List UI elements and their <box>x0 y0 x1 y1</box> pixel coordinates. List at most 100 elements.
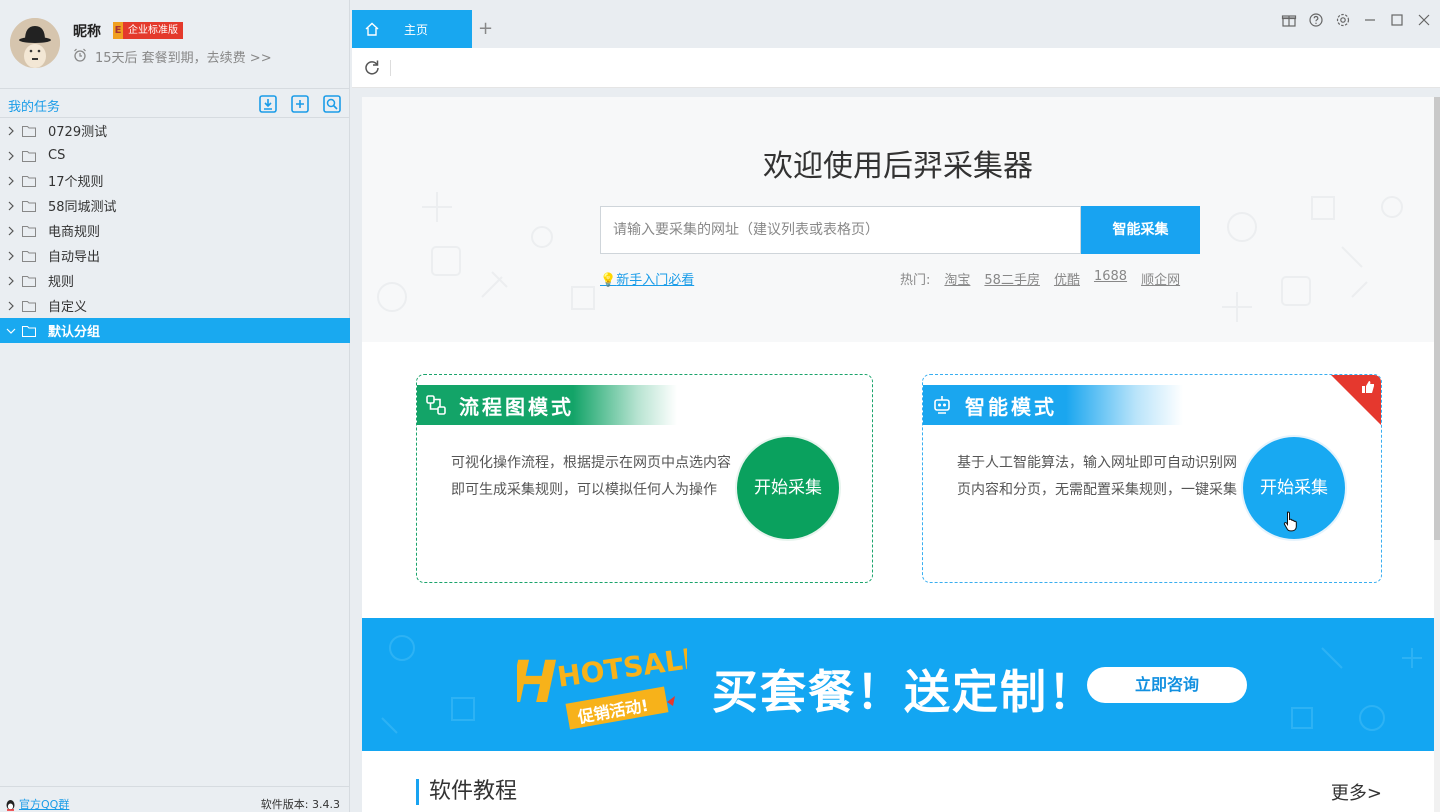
tab-bar: 主页 + <box>352 0 1440 48</box>
hot-link[interactable]: 1688 <box>1094 269 1127 288</box>
address-separator <box>390 60 391 76</box>
avatar[interactable] <box>10 18 60 68</box>
lightbulb-icon: 💡 <box>600 273 617 288</box>
flowchart-mode-title: 流程图模式 <box>459 394 574 419</box>
hot-label: 热门: <box>900 273 931 288</box>
folder-icon <box>22 125 36 137</box>
my-tasks-title: 我的任务 <box>8 100 61 115</box>
minimize-icon[interactable] <box>1362 12 1378 28</box>
hand-cursor-icon <box>1283 511 1297 532</box>
qq-group-link[interactable]: 官方QQ群 <box>4 796 69 812</box>
content-scrollbar-thumb[interactable] <box>1434 97 1440 540</box>
chevron-right-icon[interactable] <box>6 226 16 236</box>
qq-penguin-icon <box>6 799 15 811</box>
import-task-icon[interactable] <box>258 94 278 114</box>
chevron-right-icon[interactable] <box>6 276 16 286</box>
welcome-hero: 欢迎使用后羿采集器 请输入要采集的网址（建议列表或表格页） 智能采集 💡新手入门… <box>362 97 1434 342</box>
refresh-icon[interactable] <box>362 58 382 78</box>
folder-icon <box>22 325 36 337</box>
tree-group[interactable]: CS <box>0 143 350 168</box>
consult-button[interactable]: 立即咨询 <box>1087 667 1247 703</box>
smart-collect-button[interactable]: 智能采集 <box>1081 206 1200 254</box>
tree-group-label: 规则 <box>48 275 75 290</box>
tree-group-selected[interactable]: 默认分组 <box>0 318 350 343</box>
sidebar-footer: 官方QQ群 软件版本: 3.4.3 <box>0 786 350 812</box>
tree-group[interactable]: 自动导出 <box>0 243 350 268</box>
gear-icon[interactable] <box>1335 12 1351 28</box>
edition-badge: E 企业标准版 <box>113 22 183 39</box>
hot-link[interactable]: 58二手房 <box>984 269 1040 288</box>
expire-link[interactable]: 15天后 套餐到期，去续费 >> <box>73 47 272 66</box>
folder-icon <box>22 250 36 262</box>
tree-group-label: 自动导出 <box>48 250 101 265</box>
help-icon[interactable] <box>1308 12 1324 28</box>
nickname: 昵称 <box>73 24 101 40</box>
svg-text:H: H <box>517 649 564 716</box>
flowchart-icon <box>426 395 446 415</box>
tree-group-label: 17个规则 <box>48 175 104 190</box>
sidebar: 昵称 E 企业标准版 15天后 套餐到期，去续费 >> 我的任务 0729测试 … <box>0 0 350 812</box>
flowchart-mode-card: 流程图模式 可视化操作流程，根据提示在网页中点选内容即可生成采集规则，可以模拟任… <box>416 374 873 583</box>
tree-group-label: CS <box>48 148 66 163</box>
close-icon[interactable] <box>1416 12 1432 28</box>
smart-mode-card: 智能模式 基于人工智能算法，输入网址即可自动识别网页内容和分页，无需配置采集规则… <box>922 374 1382 583</box>
tree-group[interactable]: 17个规则 <box>0 168 350 193</box>
url-input[interactable]: 请输入要采集的网址（建议列表或表格页） <box>600 206 1081 254</box>
edition-badge-e: E <box>113 22 123 39</box>
flowchart-start-button[interactable]: 开始采集 <box>737 437 839 539</box>
search-task-icon[interactable] <box>322 94 342 114</box>
hot-link[interactable]: 优酷 <box>1054 269 1080 288</box>
welcome-title: 欢迎使用后羿采集器 <box>763 149 1033 184</box>
new-task-icon[interactable] <box>290 94 310 114</box>
task-tree: 0729测试 CS 17个规则 58同城测试 电商规则 自动导出 规则 自定义 … <box>0 118 350 343</box>
maximize-icon[interactable] <box>1389 12 1405 28</box>
tree-group[interactable]: 0729测试 <box>0 118 350 143</box>
banner-slogan: 买套餐！送定制！ <box>712 665 1096 719</box>
hot-link[interactable]: 淘宝 <box>944 269 970 288</box>
folder-icon <box>22 200 36 212</box>
tree-group-label: 电商规则 <box>48 225 101 240</box>
hotsale-logo: H HOTSALE 促销活动! <box>517 641 687 730</box>
tree-group-label: 自定义 <box>48 300 88 315</box>
profile-panel: 昵称 E 企业标准版 15天后 套餐到期，去续费 >> <box>0 0 349 88</box>
hot-link[interactable]: 顺企网 <box>1141 269 1180 288</box>
chevron-right-icon[interactable] <box>6 176 16 186</box>
add-tab-button[interactable]: + <box>478 18 493 39</box>
tutorial-section-title: 软件教程 <box>416 779 517 805</box>
chevron-right-icon[interactable] <box>6 151 16 161</box>
address-bar <box>352 48 1440 88</box>
chevron-down-icon[interactable] <box>6 326 16 336</box>
folder-icon <box>22 150 36 162</box>
folder-icon <box>22 225 36 237</box>
home-icon <box>365 22 379 36</box>
smart-mode-header: 智能模式 <box>923 385 1183 425</box>
tree-group-label: 0729测试 <box>48 125 108 140</box>
hot-sites: 热门: 淘宝 58二手房 优酷 1688 顺企网 <box>900 269 1180 288</box>
chevron-right-icon[interactable] <box>6 251 16 261</box>
tree-group-label: 58同城测试 <box>48 200 117 215</box>
home-page: 欢迎使用后羿采集器 请输入要采集的网址（建议列表或表格页） 智能采集 💡新手入门… <box>362 97 1434 812</box>
window-controls <box>1281 12 1440 28</box>
promo-banner[interactable]: H HOTSALE 促销活动! 买套餐！送定制！ 立即咨询 <box>362 618 1434 751</box>
alarm-clock-icon <box>73 48 87 66</box>
tree-group[interactable]: 58同城测试 <box>0 193 350 218</box>
expire-text: 15天后 套餐到期，去续费 >> <box>95 51 272 66</box>
tab-home[interactable]: 主页 <box>352 10 472 48</box>
gift-icon[interactable] <box>1281 12 1297 28</box>
chevron-right-icon[interactable] <box>6 126 16 136</box>
tree-group[interactable]: 规则 <box>0 268 350 293</box>
task-header: 我的任务 <box>0 88 350 118</box>
flowchart-mode-header: 流程图模式 <box>417 385 677 425</box>
smart-mode-desc: 基于人工智能算法，输入网址即可自动识别网页内容和分页，无需配置采集规则，一键采集 <box>957 455 1237 498</box>
tutorial-more-link[interactable]: 更多> <box>1331 779 1382 805</box>
tree-group[interactable]: 电商规则 <box>0 218 350 243</box>
chevron-right-icon[interactable] <box>6 301 16 311</box>
tree-group-label: 默认分组 <box>48 325 101 340</box>
tree-group[interactable]: 自定义 <box>0 293 350 318</box>
robot-icon <box>934 396 950 414</box>
flowchart-mode-desc: 可视化操作流程，根据提示在网页中点选内容即可生成采集规则，可以模拟任何人为操作 <box>451 455 731 498</box>
hotsale-logo-text: HOTSALE <box>555 641 687 694</box>
thumbs-up-icon <box>1362 381 1374 393</box>
chevron-right-icon[interactable] <box>6 201 16 211</box>
newbie-guide-link[interactable]: 💡新手入门必看 <box>600 269 694 288</box>
